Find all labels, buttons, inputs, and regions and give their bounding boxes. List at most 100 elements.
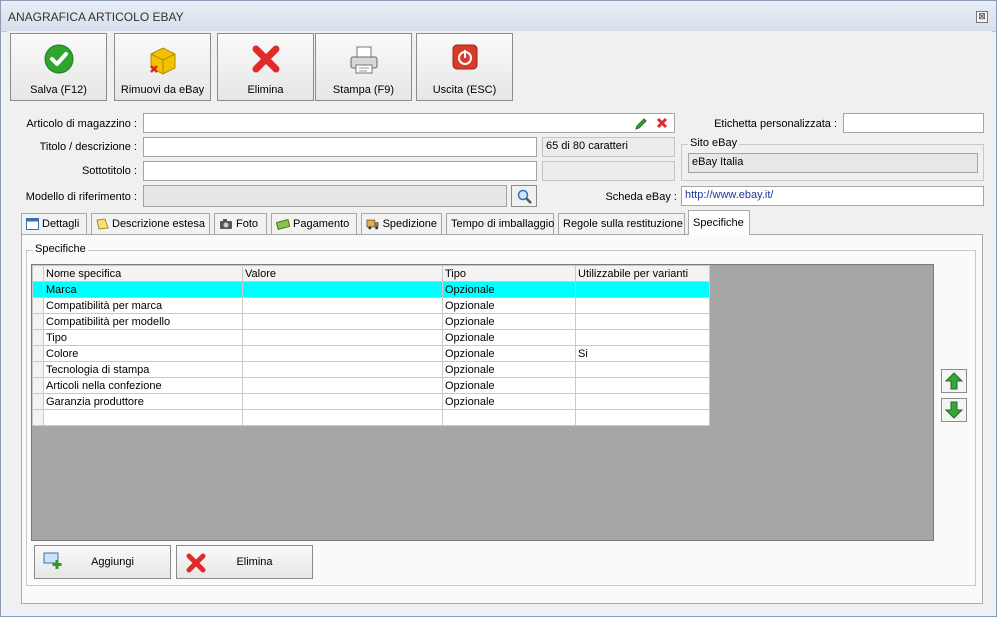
table-cell[interactable] <box>575 377 710 394</box>
titolo-label: Titolo / descrizione : <box>39 141 137 153</box>
row-header[interactable] <box>32 281 44 298</box>
scheda-field[interactable]: http://www.ebay.it/ <box>681 186 984 206</box>
row-header[interactable] <box>32 297 44 314</box>
table-cell[interactable]: Compatibilità per marca <box>43 297 243 314</box>
table-cell[interactable]: Opzionale <box>442 361 576 378</box>
specifiche-grid[interactable]: Nome specifica Valore Tipo Utilizzabile … <box>31 264 934 541</box>
specifiche-group: Specifiche Nome specifica Valore Tipo Ut… <box>26 243 976 586</box>
table-cell[interactable]: Marca <box>43 281 243 298</box>
table-cell[interactable] <box>575 361 710 378</box>
table-cell[interactable] <box>242 377 443 394</box>
etichetta-field[interactable] <box>843 113 984 133</box>
table-row[interactable] <box>32 409 710 426</box>
table-cell[interactable] <box>242 329 443 346</box>
row-header[interactable] <box>32 393 44 410</box>
delete-button[interactable]: Elimina <box>217 33 314 101</box>
table-row[interactable]: Tecnologia di stampa Opzionale <box>32 361 710 378</box>
move-up-button[interactable] <box>941 369 967 393</box>
table-cell[interactable] <box>575 409 710 426</box>
tab-pagamento[interactable]: Pagamento <box>271 213 357 234</box>
sito-ebay-field[interactable]: eBay Italia <box>688 153 978 173</box>
save-button[interactable]: Salva (F12) <box>10 33 107 101</box>
table-cell[interactable]: Opzionale <box>442 281 576 298</box>
remove-from-ebay-button[interactable]: Rimuovi da eBay <box>114 33 211 101</box>
row-header[interactable] <box>32 377 44 394</box>
table-row[interactable]: Colore Opzionale Si <box>32 345 710 362</box>
exit-button-label: Uscita (ESC) <box>432 84 497 96</box>
col-valore[interactable]: Valore <box>242 265 443 282</box>
row-header[interactable] <box>32 313 44 330</box>
table-cell[interactable] <box>242 281 443 298</box>
table-cell[interactable]: Articoli nella confezione <box>43 377 243 394</box>
specifiche-table: Nome specifica Valore Tipo Utilizzabile … <box>32 265 710 426</box>
table-cell[interactable]: Opzionale <box>442 393 576 410</box>
etichetta-label: Etichetta personalizzata : <box>714 118 837 130</box>
table-cell[interactable]: Opzionale <box>442 313 576 330</box>
table-cell[interactable] <box>575 313 710 330</box>
exit-button[interactable]: Uscita (ESC) <box>416 33 513 101</box>
tab-spedizione[interactable]: Spedizione <box>361 213 442 234</box>
tab-descrizione-estesa[interactable]: Descrizione estesa <box>91 213 210 234</box>
table-cell[interactable] <box>43 409 243 426</box>
row-header[interactable] <box>32 329 44 346</box>
sottotitolo-field[interactable] <box>143 161 537 181</box>
red-x-icon <box>252 45 279 73</box>
table-cell[interactable] <box>242 313 443 330</box>
row-header[interactable] <box>32 361 44 378</box>
sottotitolo-count <box>542 161 675 181</box>
table-cell[interactable]: Tipo <box>43 329 243 346</box>
col-utilizzabile-varianti[interactable]: Utilizzabile per varianti <box>575 265 710 282</box>
table-cell[interactable]: Si <box>575 345 710 362</box>
table-row[interactable]: Marca Opzionale <box>32 281 710 298</box>
table-cell[interactable] <box>242 409 443 426</box>
table-cell[interactable]: Opzionale <box>442 345 576 362</box>
table-cell[interactable]: Opzionale <box>442 377 576 394</box>
table-row[interactable]: Garanzia produttore Opzionale <box>32 393 710 410</box>
table-cell[interactable]: Tecnologia di stampa <box>43 361 243 378</box>
delete-button-label: Elimina <box>236 556 273 568</box>
details-icon <box>26 218 39 230</box>
table-cell[interactable] <box>242 297 443 314</box>
table-row[interactable]: Compatibilità per marca Opzionale <box>32 297 710 314</box>
col-nome-specifica[interactable]: Nome specifica <box>43 265 243 282</box>
tab-specifiche[interactable]: Specifiche <box>688 210 750 235</box>
table-cell[interactable]: Compatibilità per modello <box>43 313 243 330</box>
table-cell[interactable] <box>242 393 443 410</box>
table-row[interactable]: Tipo Opzionale <box>32 329 710 346</box>
table-cell[interactable] <box>575 281 710 298</box>
table-cell[interactable] <box>575 329 710 346</box>
table-cell[interactable] <box>242 361 443 378</box>
table-cell[interactable] <box>575 393 710 410</box>
table-row[interactable]: Articoli nella confezione Opzionale <box>32 377 710 394</box>
specifiche-table-body: Marca Opzionale Compatibilità per marca Opz… <box>32 281 710 426</box>
table-cell[interactable]: Colore <box>43 345 243 362</box>
delete-specifica-button[interactable]: Elimina <box>176 545 313 579</box>
table-cell[interactable]: Opzionale <box>442 297 576 314</box>
print-button[interactable]: Stampa (F9) <box>315 33 412 101</box>
table-cell[interactable] <box>575 297 710 314</box>
char-count: 65 di 80 caratteri <box>542 137 675 157</box>
close-icon[interactable]: ⊠ <box>976 11 988 23</box>
tab-tempo-imballaggio[interactable]: Tempo di imballaggio <box>446 213 554 234</box>
modello-field[interactable] <box>143 185 507 207</box>
add-specifica-button[interactable]: Aggiungi <box>34 545 171 579</box>
table-cell[interactable]: Garanzia produttore <box>43 393 243 410</box>
sottotitolo-label: Sottotitolo : <box>81 165 137 177</box>
table-cell[interactable] <box>242 345 443 362</box>
pencil-icon[interactable] <box>634 117 648 131</box>
row-header[interactable] <box>32 409 44 426</box>
clear-icon[interactable] <box>656 117 668 129</box>
row-header[interactable] <box>32 345 44 362</box>
tab-dettagli[interactable]: Dettagli <box>21 213 87 234</box>
table-row[interactable]: Compatibilità per modello Opzionale <box>32 313 710 330</box>
save-button-label: Salva (F12) <box>30 84 87 96</box>
search-button[interactable] <box>511 185 537 207</box>
table-cell[interactable]: Opzionale <box>442 329 576 346</box>
col-tipo[interactable]: Tipo <box>442 265 576 282</box>
move-down-button[interactable] <box>941 398 967 422</box>
articolo-field[interactable] <box>143 113 675 133</box>
tab-regole-restituzione[interactable]: Regole sulla restituzione <box>558 213 685 234</box>
titolo-field[interactable] <box>143 137 537 157</box>
tab-foto[interactable]: Foto <box>214 213 267 234</box>
table-cell[interactable] <box>442 409 576 426</box>
